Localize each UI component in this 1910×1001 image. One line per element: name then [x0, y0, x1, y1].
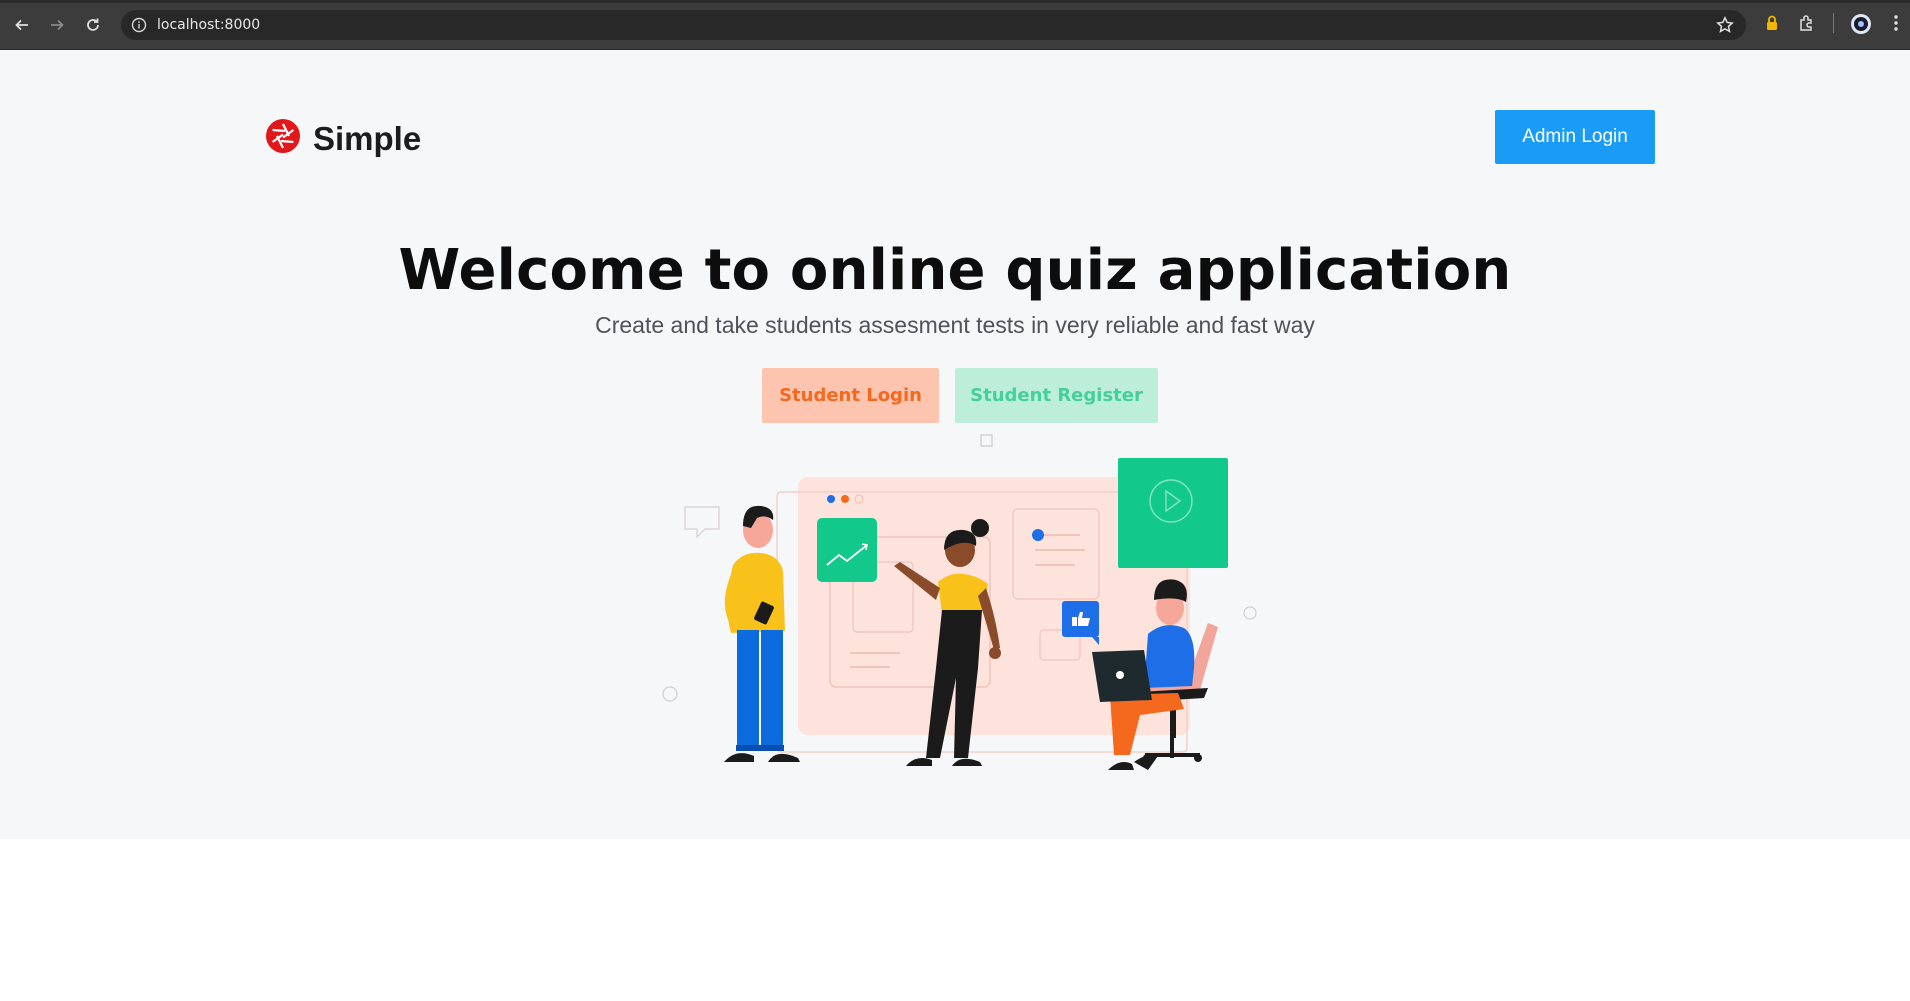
forward-arrow-icon[interactable] — [46, 14, 68, 36]
browser-toolbar: localhost:8000 — [0, 0, 1910, 50]
back-arrow-icon[interactable] — [11, 14, 33, 36]
page-content: Simple Admin Login Welcome to online qui… — [0, 50, 1910, 839]
extensions-icon[interactable] — [1798, 14, 1816, 37]
brand-logo[interactable]: Simple — [265, 118, 421, 159]
aperture-logo-icon — [265, 118, 301, 159]
url-text[interactable]: localhost:8000 — [157, 16, 260, 34]
speech-bubble-icon — [684, 506, 720, 539]
team-illustration — [662, 434, 1257, 770]
brand-name: Simple — [313, 119, 422, 157]
menu-kebab-icon[interactable] — [1893, 14, 1899, 37]
site-info-icon[interactable] — [131, 17, 147, 38]
bookmark-star-icon[interactable] — [1716, 16, 1734, 39]
address-bar[interactable]: localhost:8000 — [121, 10, 1746, 40]
page-footer-blank — [0, 839, 1910, 1001]
profile-icon[interactable] — [1850, 13, 1872, 40]
video-card — [1118, 458, 1228, 568]
window-dot-icon — [827, 495, 835, 503]
lock-badge-icon[interactable] — [1765, 14, 1779, 37]
person-standing-phone — [724, 505, 800, 762]
tab-strip — [0, 0, 1910, 3]
separator — [1833, 13, 1834, 33]
chart-card — [817, 518, 877, 582]
window-dot-icon — [841, 495, 849, 503]
hero-subtitle: Create and take students assesment tests… — [595, 312, 1315, 338]
reload-icon[interactable] — [82, 14, 104, 36]
hero-title: Welcome to online quiz application — [398, 238, 1512, 303]
admin-login-button[interactable]: Admin Login — [1495, 110, 1655, 164]
